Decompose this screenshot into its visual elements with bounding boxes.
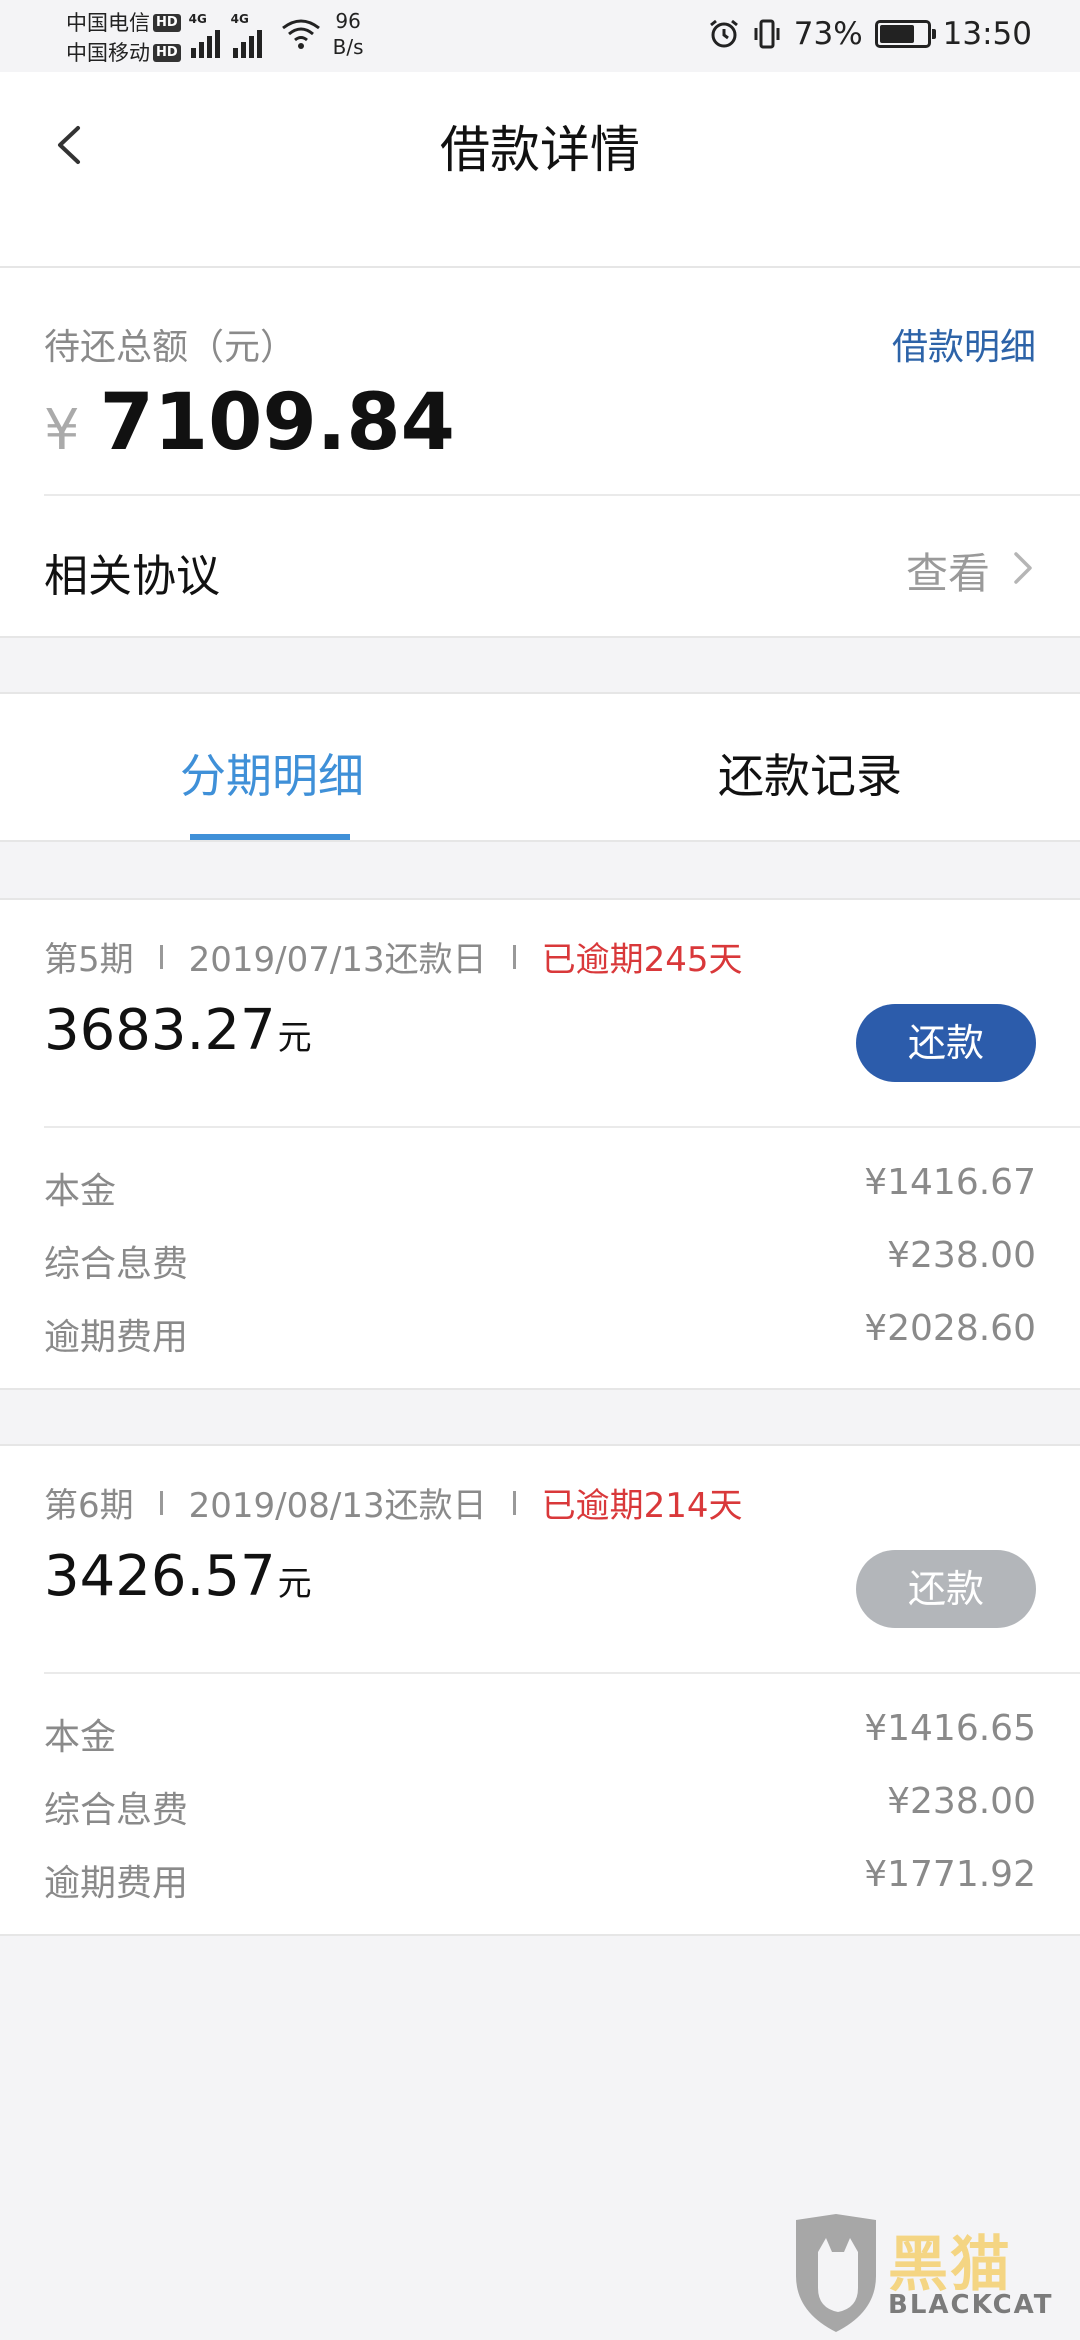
alarm-icon (709, 19, 738, 48)
period-label: 第6期 (44, 1486, 134, 1526)
cat-shield-icon (796, 2214, 876, 2332)
fee-row: 逾期费用 ¥2028.60 (44, 1308, 1036, 1358)
status-bar: 中国电信 HD 中国移动 HD 4G 4G 96 B/s 73% 13:50 (0, 0, 1080, 72)
chevron-right-icon (1014, 552, 1032, 584)
overdue-status: 已逾期214天 (541, 1486, 743, 1526)
status-right: 73% 13:50 (696, 16, 1032, 52)
fee-row: 本金 ¥1416.67 (44, 1162, 1036, 1212)
wifi-icon (281, 19, 320, 49)
network-type: 4G (188, 12, 207, 26)
carrier-2: 中国移动 HD (66, 38, 181, 68)
amount-unit: 元 (277, 1564, 312, 1604)
amount-value: 7109.84 (99, 378, 455, 468)
agreement-row[interactable]: 相关协议 查看 (0, 496, 1080, 636)
battery-icon (874, 20, 936, 48)
hd-badge: HD (153, 14, 181, 32)
battery-fill (879, 25, 914, 43)
fee-value: ¥1416.67 (864, 1162, 1036, 1203)
carrier-name: 中国移动 (66, 41, 150, 65)
separator (512, 944, 516, 969)
fee-label: 本金 (44, 1171, 117, 1212)
divider (44, 1672, 1080, 1674)
battery-percent: 73% (793, 16, 863, 52)
fee-row: 逾期费用 ¥1771.92 (44, 1854, 1036, 1904)
network-type: 4G (230, 12, 249, 26)
view-label: 查看 (905, 549, 990, 598)
currency-symbol: ¥ (44, 398, 80, 463)
installment-header: 第5期 2019/07/13还款日 已逾期245天 (44, 932, 743, 981)
due-date: 2019/07/13还款日 (188, 940, 487, 980)
page-title: 借款详情 (440, 121, 640, 179)
installment-amount: 3426.57 元 (44, 1544, 312, 1609)
installment-card: 第6期 2019/08/13还款日 已逾期214天 3426.57 元 还款 本… (0, 1444, 1080, 1936)
fee-label: 本金 (44, 1717, 117, 1758)
watermark-subtext: BLACKCAT (888, 2290, 1054, 2320)
fee-value: ¥2028.60 (864, 1308, 1036, 1349)
fee-value: ¥1771.92 (864, 1854, 1036, 1895)
separator (512, 1490, 516, 1515)
divider (44, 1126, 1080, 1128)
fee-value: ¥238.00 (887, 1235, 1036, 1276)
loan-detail-link[interactable]: 借款明细 (892, 318, 1036, 370)
network-speed: 96 B/s (333, 8, 364, 60)
due-date: 2019/08/13还款日 (188, 1486, 487, 1526)
separator (159, 944, 163, 969)
active-tab-indicator (190, 834, 350, 840)
carrier-1: 中国电信 HD (66, 8, 181, 38)
fee-row: 综合息费 ¥238.00 (44, 1235, 1036, 1285)
installment-amount: 3683.27 元 (44, 998, 312, 1063)
fee-label: 逾期费用 (44, 1863, 189, 1904)
repay-button[interactable]: 还款 (856, 1550, 1036, 1628)
status-left: 中国电信 HD 中国移动 HD 4G 4G 96 B/s (66, 8, 364, 68)
fee-row: 本金 ¥1416.65 (44, 1708, 1036, 1758)
separator (159, 1490, 163, 1515)
vibrate-icon (754, 19, 780, 49)
fee-label: 逾期费用 (44, 1317, 189, 1358)
amount-unit: 元 (277, 1018, 312, 1058)
fee-value: ¥238.00 (887, 1781, 1036, 1822)
outstanding-amount: ¥ 7109.84 (44, 378, 455, 468)
repay-button[interactable]: 还款 (856, 1004, 1036, 1082)
amount-value: 3683.27 (44, 998, 276, 1063)
fee-label: 综合息费 (44, 1790, 189, 1831)
installment-header: 第6期 2019/08/13还款日 已逾期214天 (44, 1478, 743, 1527)
loan-summary: 待还总额（元） 借款明细 ¥ 7109.84 相关协议 查看 (0, 268, 1080, 638)
installment-card: 第5期 2019/07/13还款日 已逾期245天 3683.27 元 还款 本… (0, 898, 1080, 1390)
period-label: 第5期 (44, 940, 134, 980)
hd-badge: HD (153, 44, 181, 62)
carrier-name: 中国电信 (66, 11, 150, 35)
agreement-label: 相关协议 (44, 551, 220, 602)
signal-icon: 4G (230, 12, 265, 58)
signal-icon: 4G (188, 12, 223, 58)
outstanding-label: 待还总额（元） (44, 327, 297, 368)
blackcat-watermark: 黑猫 BLACKCAT (788, 2210, 1068, 2340)
fee-value: ¥1416.65 (864, 1708, 1036, 1749)
clock: 13:50 (942, 16, 1032, 52)
tab-bar: 分期明细 还款记录 (0, 692, 1080, 842)
speed-value: 96 (335, 9, 361, 33)
fee-row: 综合息费 ¥238.00 (44, 1781, 1036, 1831)
fee-label: 综合息费 (44, 1244, 189, 1285)
amount-value: 3426.57 (44, 1544, 276, 1609)
overdue-status: 已逾期245天 (541, 940, 743, 980)
tab-repayment-records[interactable]: 还款记录 (718, 740, 902, 806)
tab-installments[interactable]: 分期明细 (180, 740, 364, 806)
nav-bar: 借款详情 (0, 72, 1080, 268)
carrier-list: 中国电信 HD 中国移动 HD (66, 8, 181, 68)
speed-unit: B/s (332, 35, 364, 59)
